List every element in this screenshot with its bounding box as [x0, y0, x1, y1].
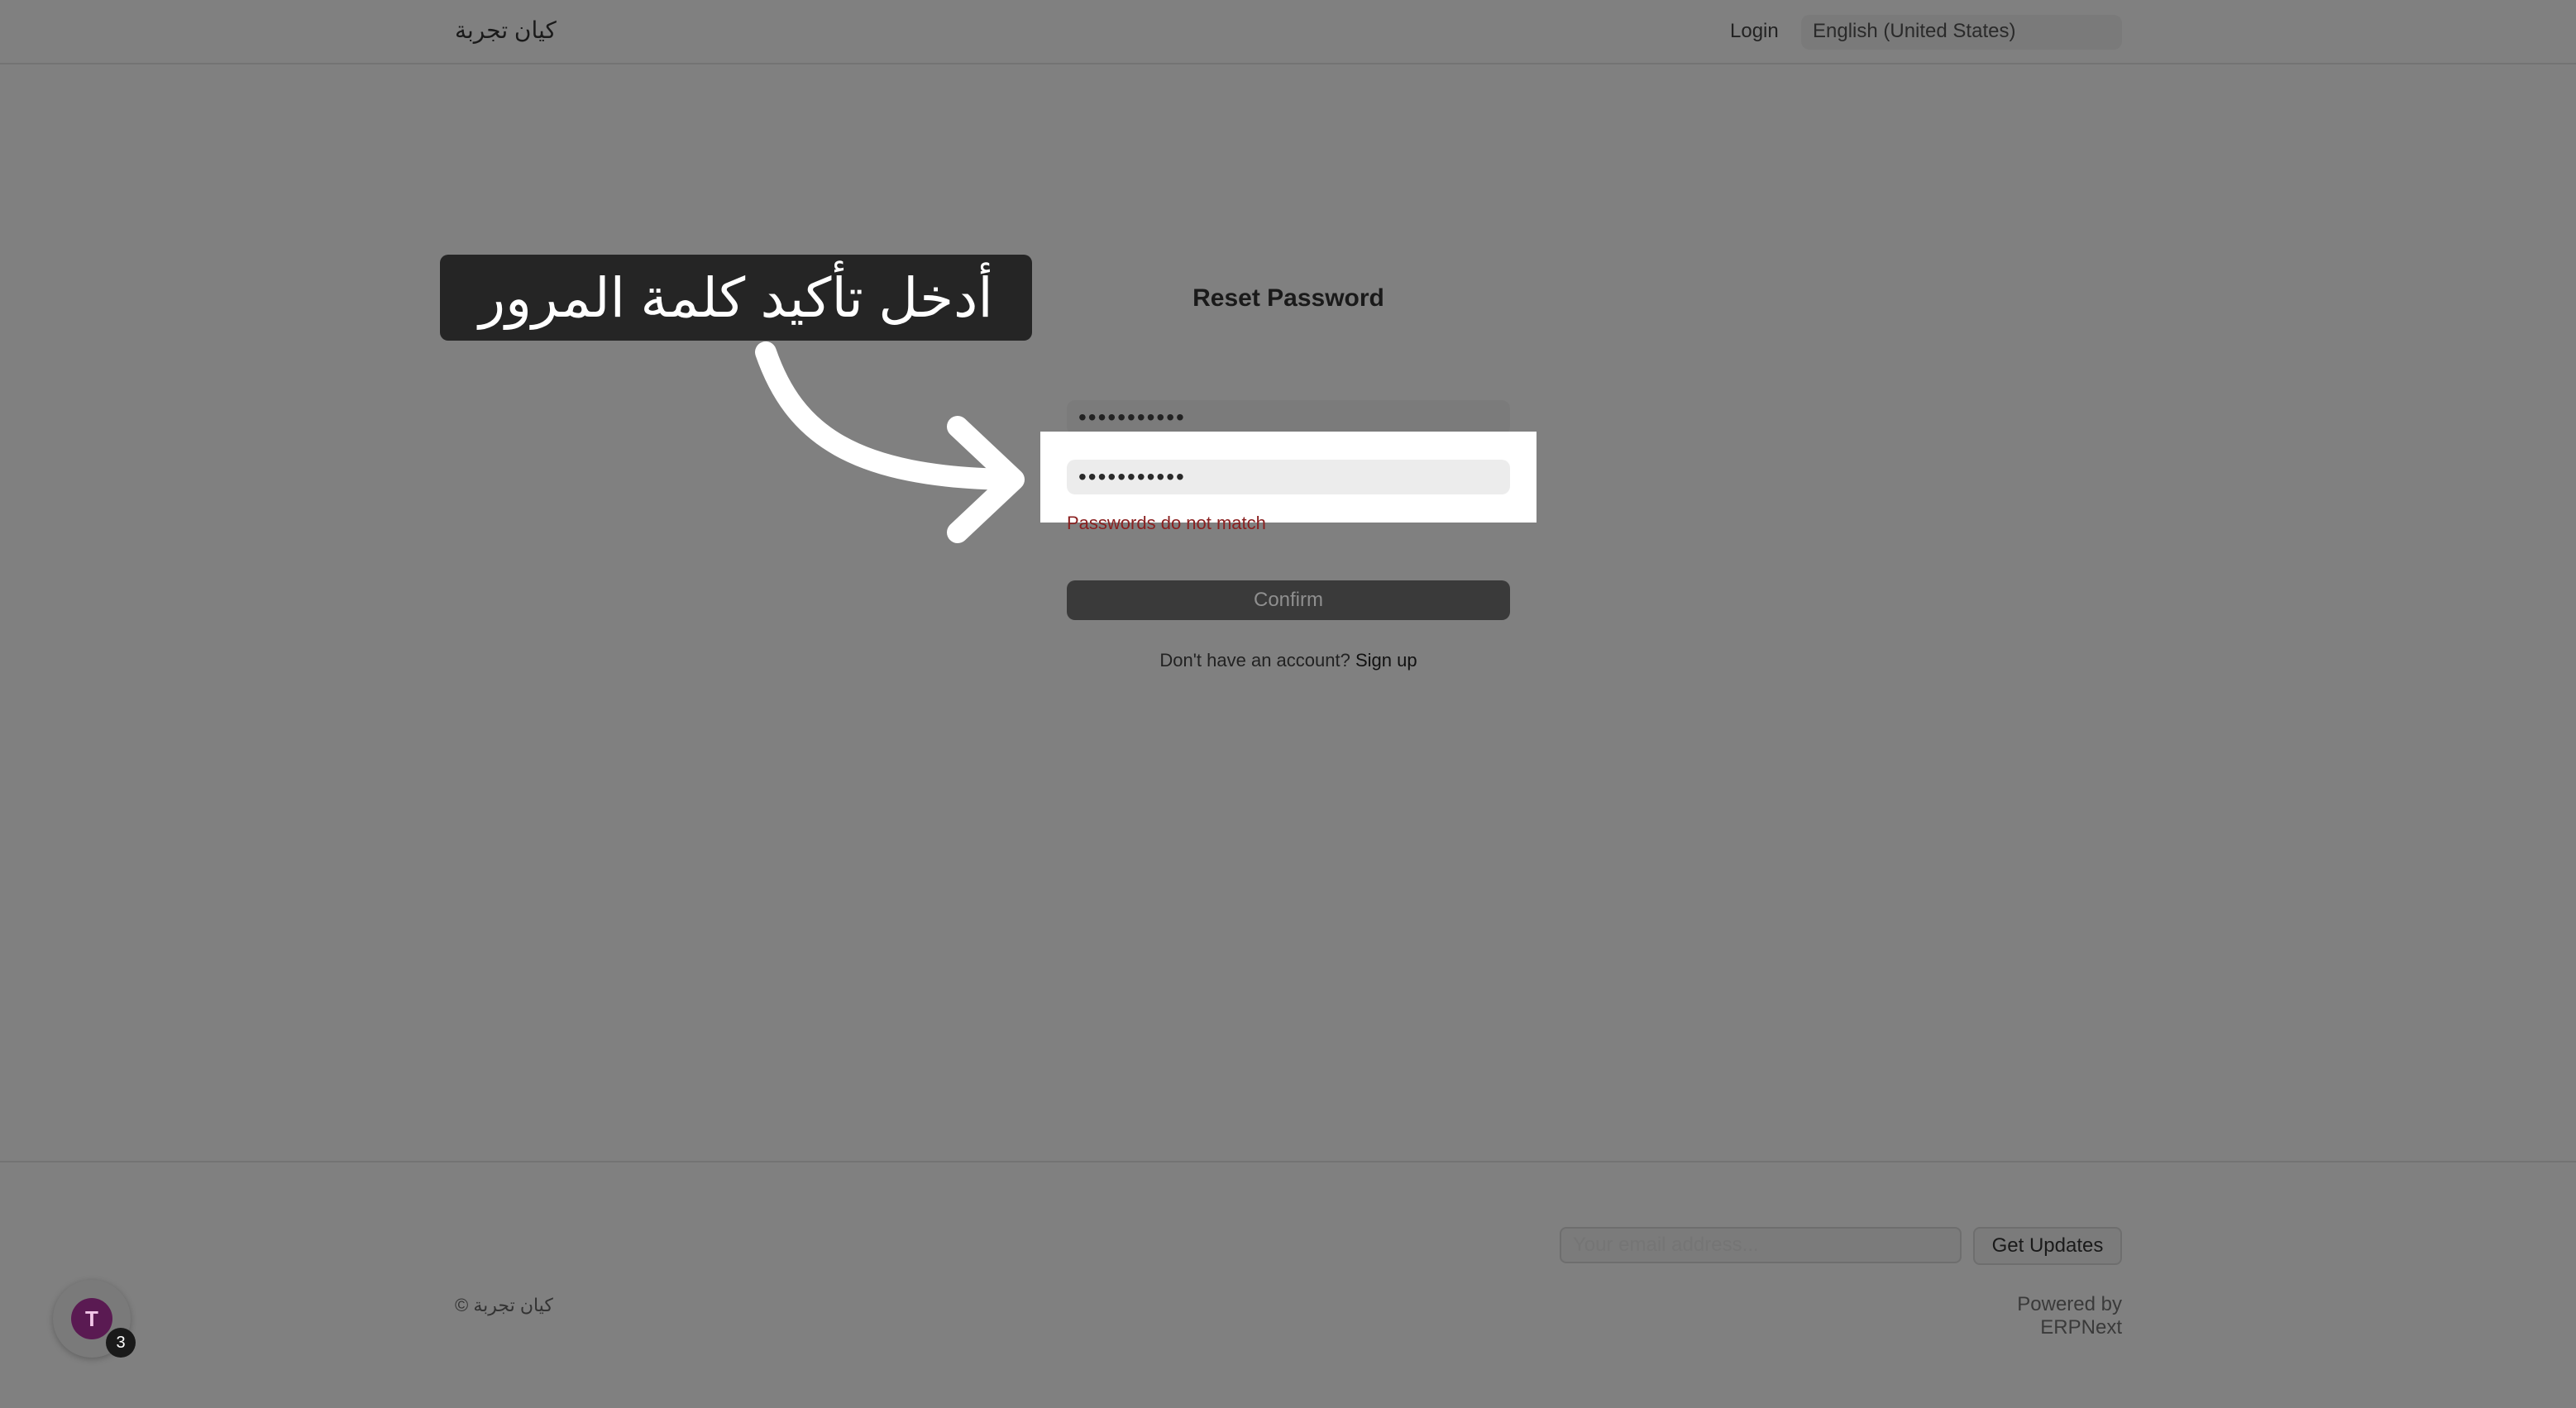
signup-link[interactable]: Sign up: [1355, 650, 1417, 671]
navbar: كيان تجربة Login English (United States): [0, 0, 2576, 64]
footer-divider: [0, 1161, 2576, 1162]
curved-arrow-icon: [755, 341, 1025, 543]
tutorial-callout: أدخل تأكيد كلمة المرور: [440, 255, 1032, 341]
brand-link[interactable]: كيان تجربة: [455, 17, 557, 44]
confirm-password-input[interactable]: •••••••••••: [1067, 460, 1510, 494]
copyright-text: © كيان تجربة: [455, 1295, 553, 1315]
get-updates-button[interactable]: Get Updates: [1973, 1227, 2122, 1265]
email-input[interactable]: [1560, 1227, 1962, 1263]
signup-prompt-text: Don't have an account?: [1159, 650, 1350, 671]
help-widget-button[interactable]: T 3: [53, 1280, 136, 1358]
page-title: Reset Password: [1192, 284, 1384, 312]
powered-by-link[interactable]: Powered by ERPNext: [1933, 1293, 2122, 1339]
login-link[interactable]: Login: [1730, 20, 1779, 43]
confirm-button[interactable]: Confirm: [1067, 580, 1510, 620]
password-mismatch-error: Passwords do not match: [1067, 513, 1266, 533]
widget-logo-icon: T: [71, 1298, 112, 1339]
notification-badge: 3: [106, 1328, 136, 1358]
new-password-input[interactable]: •••••••••••: [1067, 400, 1510, 435]
language-select[interactable]: English (United States): [1801, 15, 2122, 50]
signup-prompt-line: Don't have an account? Sign up: [1067, 650, 1510, 671]
